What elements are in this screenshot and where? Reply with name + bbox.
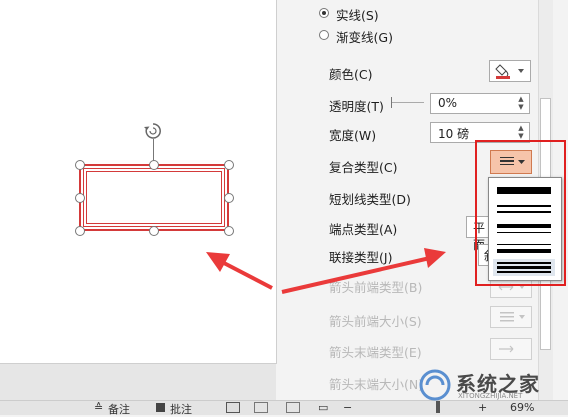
slideshow-icon[interactable]: ▭ <box>318 401 328 414</box>
arrow-to-dropdown-icon <box>281 248 446 294</box>
comments-icon[interactable] <box>156 403 165 412</box>
annotation-arrows <box>206 248 446 294</box>
arrow-to-shape-icon <box>206 252 273 290</box>
comments-button[interactable]: 批注 <box>170 401 192 417</box>
notes-icon[interactable]: ≙ <box>94 401 103 414</box>
slide-sorter-icon[interactable] <box>254 402 268 413</box>
watermark-logo-icon <box>419 369 451 401</box>
notes-button[interactable]: 备注 <box>108 401 130 417</box>
watermark-subtext: XITONGZHIJIA.NET <box>458 392 523 400</box>
normal-view-icon[interactable] <box>226 402 240 413</box>
zoom-out-button[interactable]: − <box>343 401 352 414</box>
reading-view-icon[interactable] <box>286 402 300 413</box>
watermark: 系统之家 XITONGZHIJIA.NET <box>418 368 568 404</box>
